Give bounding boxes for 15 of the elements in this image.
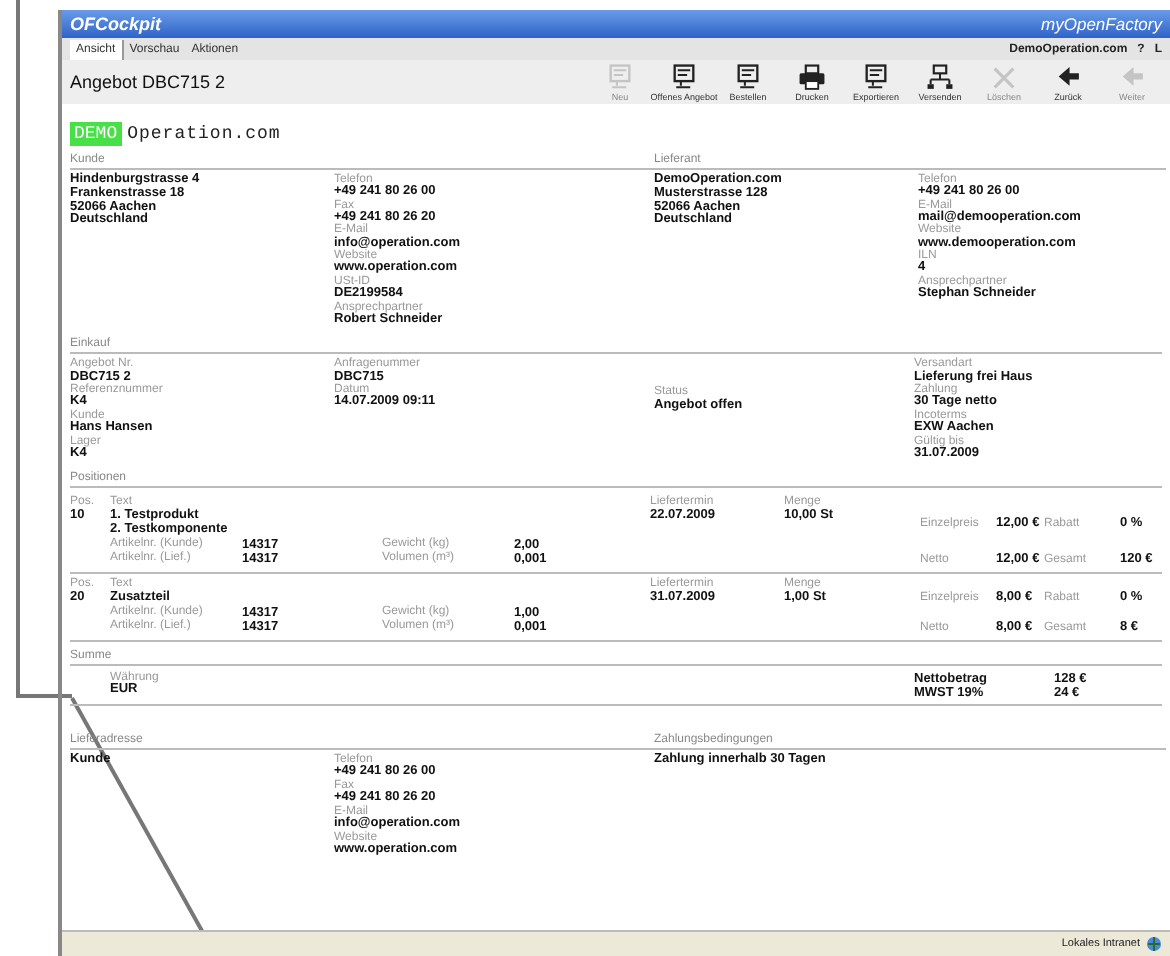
app-title: OFCockpit	[70, 14, 162, 34]
printer-icon	[798, 63, 826, 91]
document-title: Angebot DBC715 2	[70, 72, 228, 92]
arrow-icon	[1054, 63, 1082, 91]
close-icon	[990, 63, 1018, 91]
demo-badge: DEMO	[70, 122, 122, 146]
monitor-icon	[606, 63, 634, 91]
company-name: Operation.com	[127, 124, 281, 144]
globe-icon	[1146, 936, 1162, 952]
monitor-icon	[862, 63, 890, 91]
monitor-icon	[734, 63, 762, 91]
brand-name: myOpenFactory	[1041, 14, 1162, 34]
monitor-icon	[670, 63, 698, 91]
network-icon	[926, 63, 954, 91]
arrow-icon	[1118, 63, 1146, 91]
